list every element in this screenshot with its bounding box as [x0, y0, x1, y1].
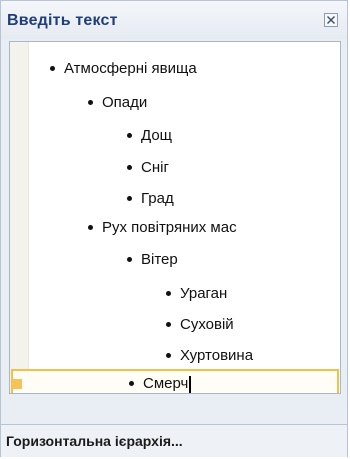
list-item-label: Вітер: [141, 251, 178, 268]
list-item[interactable]: Дощ: [127, 121, 172, 151]
list-item[interactable]: Рух повітряних мас: [88, 213, 237, 243]
bullet-icon: [166, 321, 171, 327]
list-item[interactable]: Сніг: [127, 153, 169, 183]
list-item-active[interactable]: Смерч: [11, 369, 339, 393]
bullet-icon: [127, 256, 132, 262]
active-row-marker-icon: [12, 379, 22, 389]
list-item[interactable]: Хуртовина: [166, 341, 253, 371]
list-item-label: Опади: [102, 94, 148, 111]
list-item-label: Суховій: [180, 316, 234, 333]
list-item[interactable]: Вітер: [127, 245, 178, 275]
bullet-icon: [166, 290, 171, 296]
list-item[interactable]: Ураган: [166, 279, 227, 309]
list-item-label: Атмосферні явища: [64, 60, 197, 77]
bullet-icon: [127, 132, 132, 138]
list-item-label: Град: [141, 190, 174, 207]
list-item-label: Ураган: [180, 285, 228, 302]
pane-footer: Горизонтальна ієрархія...: [1, 424, 347, 457]
list-item-label: Дощ: [141, 127, 173, 144]
text-pane: Введіть текст Атмосферні явища Опади Дощ…: [0, 0, 348, 457]
horizontal-hierarchy-link[interactable]: Горизонтальна ієрархія...: [6, 433, 183, 449]
bullet-icon: [88, 99, 93, 105]
bullet-icon: [129, 380, 134, 386]
bullet-icon: [127, 164, 132, 170]
close-icon[interactable]: [324, 13, 338, 27]
text-cursor: [189, 375, 192, 393]
list-item[interactable]: Опади: [88, 88, 147, 118]
bullet-icon: [166, 352, 171, 358]
list-item[interactable]: Атмосферні явища: [50, 54, 197, 84]
list-item[interactable]: Суховій: [166, 310, 234, 340]
list-gutter: [10, 42, 29, 393]
active-row-content: Смерч: [129, 369, 192, 393]
bullet-icon: [127, 195, 132, 201]
bullet-icon: [88, 224, 93, 230]
pane-title: Введіть текст: [7, 12, 118, 29]
bullet-icon: [50, 65, 55, 71]
bullet-list[interactable]: Атмосферні явища Опади Дощ Сніг Град Рух…: [9, 41, 341, 394]
list-item-label: Сніг: [141, 159, 169, 176]
list-right-edge: [334, 42, 340, 393]
list-item-label: Хуртовина: [180, 347, 254, 364]
list-item[interactable]: Град: [127, 184, 174, 214]
list-item-label[interactable]: Смерч: [143, 375, 188, 392]
list-item-label: Рух повітряних мас: [102, 219, 237, 236]
pane-titlebar: Введіть текст: [1, 1, 347, 39]
